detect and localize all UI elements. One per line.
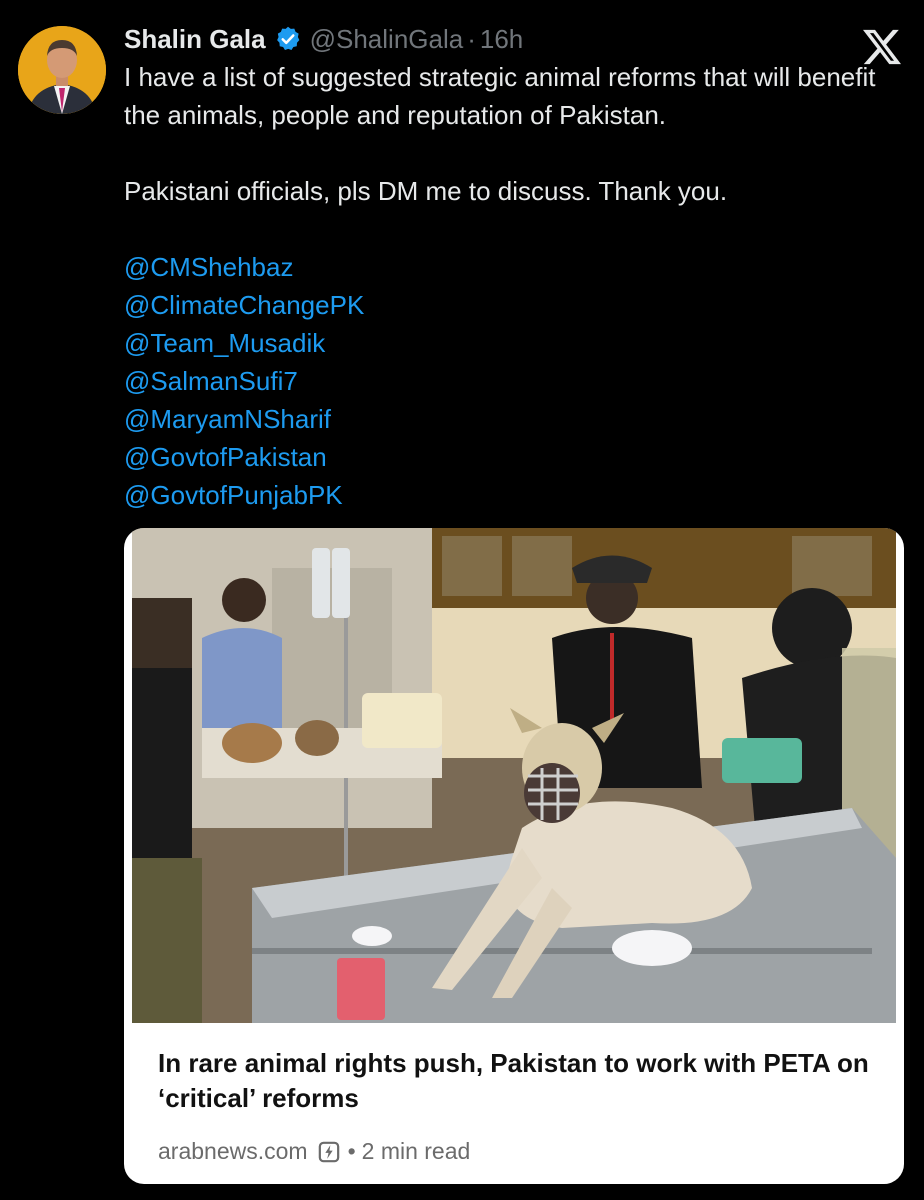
tweet-text-line: I have a list of suggested strategic ani… <box>124 62 876 130</box>
separator-dot: · <box>467 23 476 54</box>
tweet-header: Shalin Gala @ShalinGala · 16h <box>124 22 523 56</box>
article-image[interactable] <box>132 528 896 1023</box>
display-name[interactable]: Shalin Gala <box>124 24 266 55</box>
amp-lightning-icon <box>318 1141 339 1162</box>
mention-link[interactable]: @Team_Musadik <box>124 324 894 362</box>
handle[interactable]: @ShalinGala <box>310 24 464 55</box>
read-time: 2 min read <box>361 1138 471 1164</box>
mention-link[interactable]: @SalmanSufi7 <box>124 362 894 400</box>
link-preview-card[interactable]: In rare animal rights push, Pakistan to … <box>124 528 904 1184</box>
article-source[interactable]: arabnews.com <box>158 1138 308 1165</box>
mention-link[interactable]: @MaryamNSharif <box>124 400 894 438</box>
tweet-text-line: Pakistani officials, pls DM me to discus… <box>124 176 728 206</box>
timestamp[interactable]: 16h <box>480 24 523 55</box>
avatar[interactable] <box>18 26 106 114</box>
tweet-body: I have a list of suggested strategic ani… <box>124 58 894 514</box>
mention-link[interactable]: @ClimateChangePK <box>124 286 894 324</box>
article-meta: arabnews.com • 2 min read <box>158 1138 470 1165</box>
mention-link[interactable]: @GovtofPakistan <box>124 438 894 476</box>
article-title[interactable]: In rare animal rights push, Pakistan to … <box>158 1046 878 1116</box>
mention-link[interactable]: @CMShehbaz <box>124 248 894 286</box>
avatar-image <box>18 26 106 114</box>
verified-badge-icon <box>276 26 299 50</box>
mention-link[interactable]: @GovtofPunjabPK <box>124 476 894 514</box>
meta-separator: • <box>347 1138 356 1164</box>
